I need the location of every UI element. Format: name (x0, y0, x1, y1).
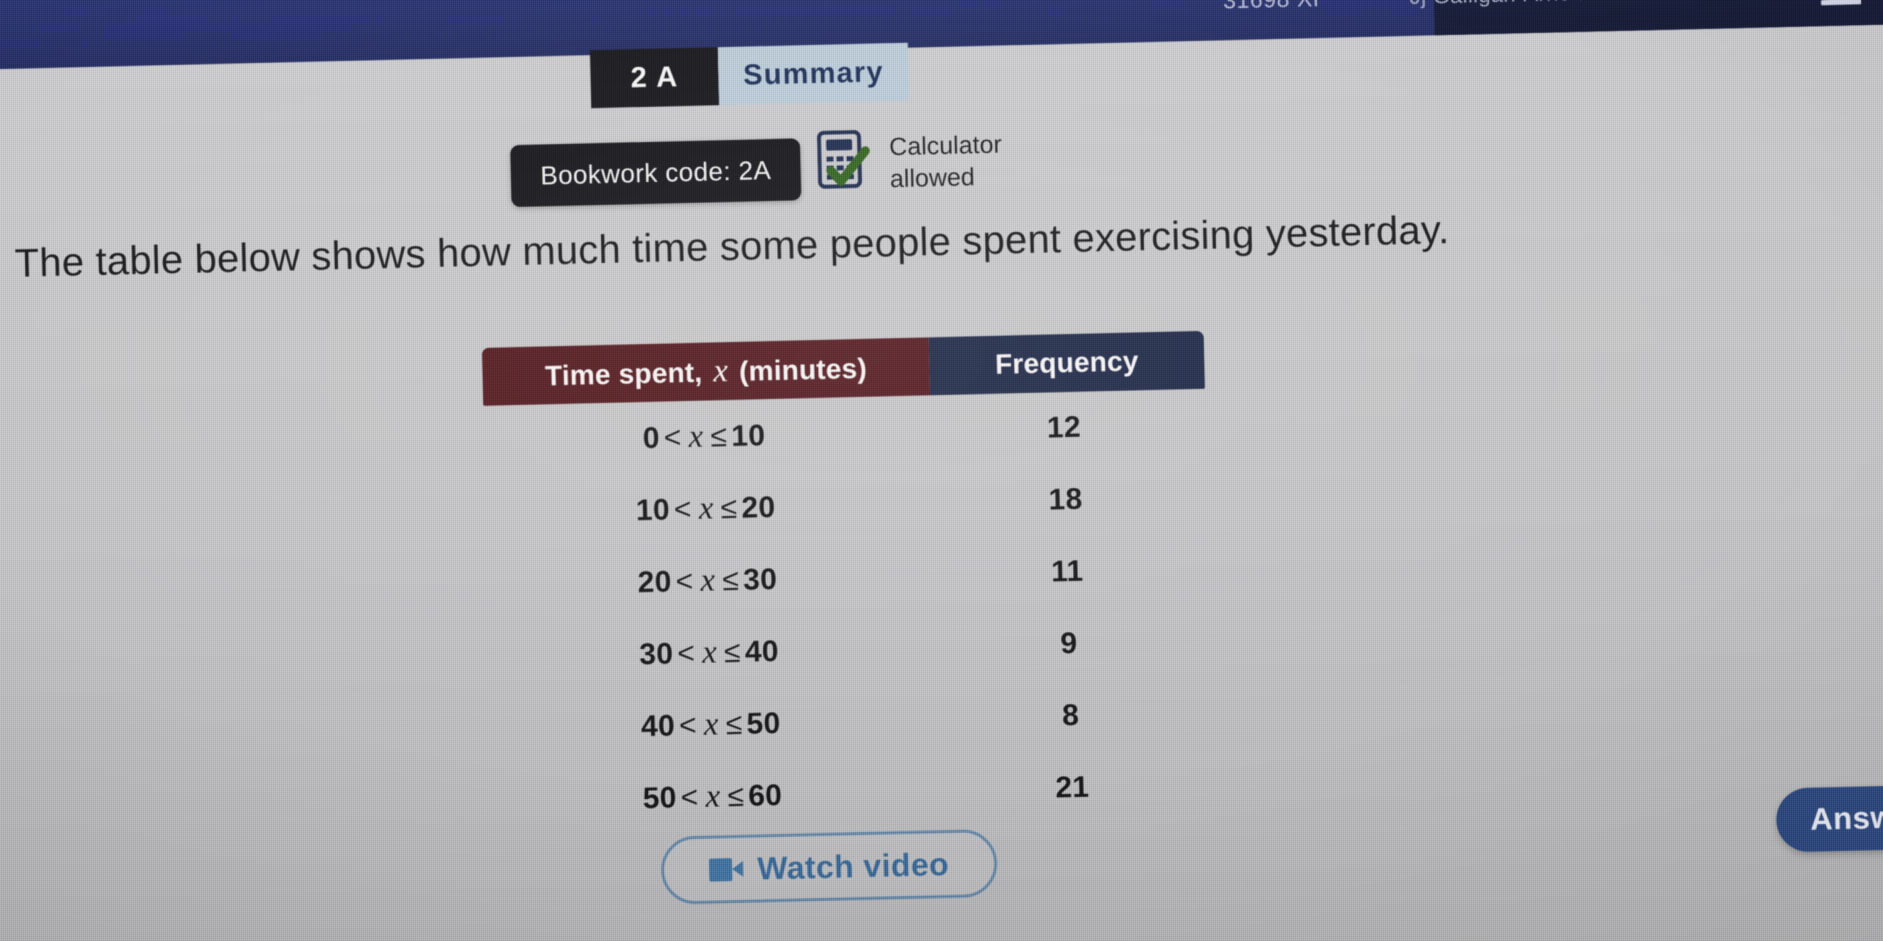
range-variable: x (698, 489, 715, 527)
frequency-table: Time spent, x (minutes) Frequency 0 < x ≤10… (481, 330, 1215, 838)
column-header-frequency: Frequency (928, 330, 1205, 396)
watch-video-label: Watch video (756, 845, 950, 887)
range-upper: 50 (746, 706, 781, 741)
calculator-check-icon (816, 130, 874, 193)
operator-less-equal: ≤ (710, 419, 728, 454)
answer-button[interactable]: Answ (1775, 782, 1883, 853)
cell-time-range: 0 < x ≤10 (483, 395, 932, 478)
watch-video-button[interactable]: Watch video (660, 828, 998, 905)
operator-less-than: < (663, 420, 682, 455)
range-upper: 60 (747, 778, 783, 813)
range-upper: 30 (742, 562, 778, 597)
operator-less-equal: ≤ (727, 779, 745, 813)
range-lower: 40 (640, 708, 676, 743)
cell-frequency: 9 (1060, 626, 1078, 661)
range-upper: 20 (741, 490, 776, 525)
column-header-time-spent: Time spent, x (minutes) (481, 337, 931, 406)
screen-photo: 31698 XP Jj Galligan-Arnold Menu 2 A Sum… (0, 0, 1883, 941)
operator-less-than: < (673, 492, 693, 526)
range-upper: 40 (744, 634, 780, 669)
tab-summary[interactable]: Summary (717, 42, 910, 106)
operator-less-equal: ≤ (725, 707, 743, 741)
video-camera-icon-body (709, 857, 733, 882)
operator-less-than: < (676, 636, 696, 670)
tab-question-2a[interactable]: 2 A (589, 47, 720, 109)
column-header-time-suffix: (minutes) (730, 352, 868, 387)
column-header-variable: x (712, 352, 729, 389)
range-lower: 50 (642, 780, 678, 815)
cell-frequency: 11 (1050, 554, 1084, 589)
column-header-time-prefix: Time spent, (544, 356, 711, 391)
bookwork-code-badge: Bookwork code: 2A (510, 138, 802, 208)
range-variable: x (701, 633, 718, 671)
cell-time-range: 50 < x ≤60 (492, 755, 941, 838)
operator-less-than: < (675, 564, 694, 598)
question-text: The table below shows how much time some… (14, 208, 1450, 286)
range-variable: x (703, 705, 720, 743)
page-plane: 31698 XP Jj Galligan-Arnold Menu 2 A Sum… (0, 0, 1883, 941)
cell-frequency: 8 (1061, 698, 1080, 733)
cell-time-range: 10 < x ≤20 (485, 467, 934, 550)
range-variable: x (705, 777, 721, 815)
cell-time-range: 20 < x ≤30 (487, 539, 936, 622)
top-navigation-bar: 31698 XP Jj Galligan-Arnold Menu (0, 0, 1883, 71)
video-camera-icon (709, 857, 744, 882)
operator-less-equal: ≤ (720, 491, 738, 525)
video-camera-icon-lens (732, 860, 744, 877)
operator-less-equal: ≤ (721, 563, 740, 597)
range-lower: 0 (642, 421, 661, 455)
operator-less-equal: ≤ (723, 635, 742, 669)
cell-frequency: 21 (1054, 770, 1090, 805)
range-lower: 20 (637, 564, 672, 599)
calculator-allowed-line-1: Calculator (888, 130, 1003, 162)
range-variable: x (688, 418, 704, 455)
cell-time-range: 40 < x ≤50 (490, 683, 939, 766)
calculator-allowed-text: Calculator allowed (889, 127, 1003, 196)
cell-frequency: 12 (1046, 410, 1082, 445)
answer-button-label: Answ (1809, 799, 1883, 837)
xp-counter: 31698 XP (1223, 0, 1329, 14)
cell-frequency: 18 (1048, 482, 1083, 517)
range-lower: 10 (635, 492, 671, 527)
tab-bar: 2 A Summary (589, 42, 910, 109)
frequency-table-body: 0 < x ≤10 12 10 < x ≤20 18 20 < x ≤30 11 30 < x ≤40 9 40 < x ≤5… (483, 389, 1215, 838)
range-variable: x (699, 561, 716, 599)
operator-less-than: < (678, 708, 698, 742)
range-lower: 30 (638, 636, 674, 671)
cell-time-range: 30 < x ≤40 (488, 611, 937, 694)
frequency-table-wrapper: Time spent, x (minutes) Frequency 0 < x ≤10… (481, 330, 1211, 838)
range-upper: 10 (730, 418, 766, 453)
calculator-allowed-line-2: allowed (889, 163, 976, 194)
calculator-allowed-block: Calculator allowed (816, 127, 1003, 197)
operator-less-than: < (680, 780, 699, 814)
